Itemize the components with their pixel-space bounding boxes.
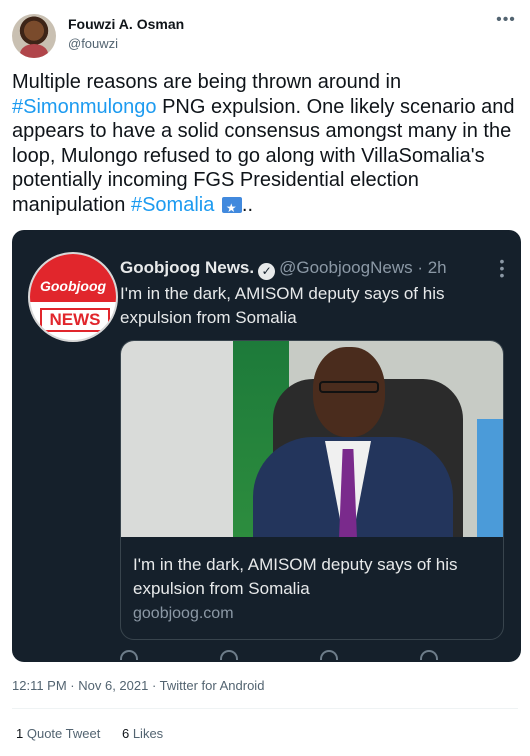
more-icon[interactable]: ••• (497, 254, 507, 282)
quote-tweets-stat[interactable]: 1 Quote Tweet (16, 726, 100, 741)
quoted-author-name[interactable]: Goobjoog News. (120, 258, 254, 277)
quoted-tweet-card[interactable]: Goobjoog NEWS Goobjoog News. ✓ @GoobjoogNe… (12, 230, 521, 662)
flag-decoration (477, 419, 503, 537)
divider (12, 708, 518, 709)
quote-label: Quote Tweet (26, 726, 101, 741)
somalia-flag-icon (221, 196, 242, 220)
quoted-action-bar (120, 650, 480, 662)
tweet-text-part: Multiple reasons are being thrown around… (12, 71, 402, 93)
verified-badge-icon: ✓ (258, 263, 276, 280)
like-count: 6 (121, 726, 130, 741)
quote-count: 1 (16, 726, 24, 741)
tweet-text-ending: .. (241, 193, 254, 216)
quoted-time: · 2h (417, 258, 447, 277)
glasses-shape (319, 381, 379, 393)
more-icon[interactable]: ••• (494, 12, 518, 34)
preview-image (121, 341, 503, 537)
reply-icon[interactable] (120, 650, 138, 660)
quoted-header: Goobjoog News. ✓ @GoobjoogNews · 2h (120, 258, 447, 280)
avatar[interactable] (12, 14, 56, 58)
goobjoog-logo[interactable]: Goobjoog NEWS (28, 252, 118, 342)
link-title[interactable]: I'm in the dark, AMISOM deputy says of h… (133, 553, 493, 601)
likes-stat[interactable]: 6 Likes (122, 726, 163, 741)
tweet-timestamp[interactable]: 12:11 PM · Nov 6, 2021 · Twitter for And… (12, 678, 264, 693)
retweet-icon[interactable] (220, 650, 238, 660)
share-icon[interactable] (420, 650, 438, 660)
hashtag-link[interactable]: #Somalia (131, 194, 214, 216)
logo-news-text: NEWS (40, 308, 110, 332)
author-name[interactable]: Fouwzi A. Osman (68, 16, 184, 32)
tweet-stats: 1 Quote Tweet 6 Likes (16, 726, 181, 741)
tweet-header: Fouwzi A. Osman @fouwzi ••• (12, 12, 518, 60)
hashtag-link[interactable]: #Simonmulongo (12, 96, 157, 118)
link-preview[interactable]: I'm in the dark, AMISOM deputy says of h… (120, 340, 504, 640)
logo-text: Goobjoog (30, 254, 116, 303)
quoted-text: I'm in the dark, AMISOM deputy says of h… (120, 284, 445, 327)
tweet-text: Multiple reasons are being thrown around… (12, 70, 518, 220)
quoted-author-handle[interactable]: @GoobjoogNews (279, 258, 413, 277)
link-domain[interactable]: goobjoog.com (133, 605, 234, 623)
like-icon[interactable] (320, 650, 338, 660)
like-label: Likes (132, 726, 164, 741)
author-handle[interactable]: @fouwzi (68, 36, 118, 51)
